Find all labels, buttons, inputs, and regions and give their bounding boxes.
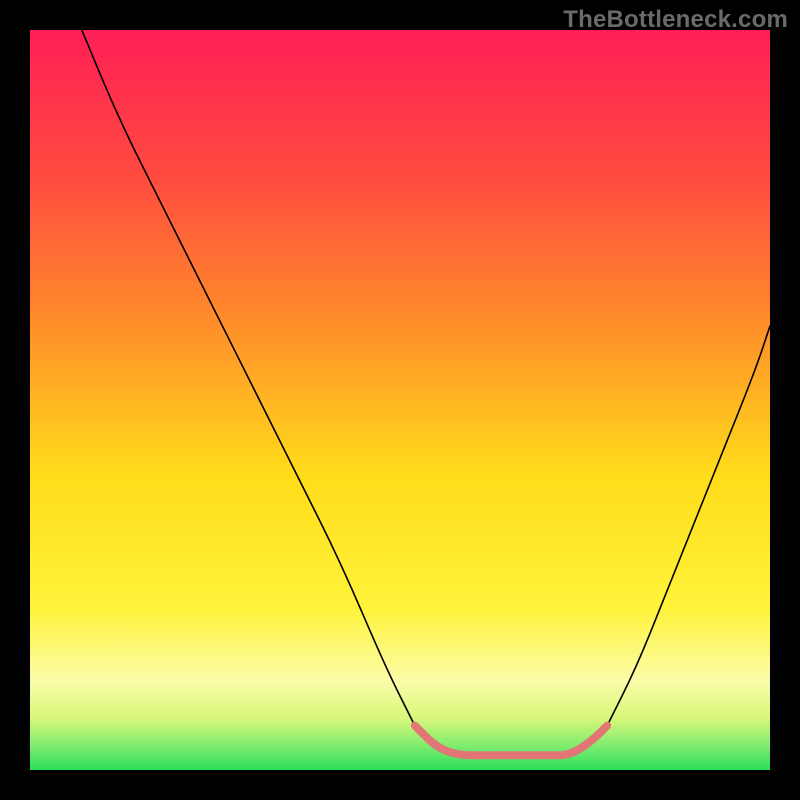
chart-svg [30,30,770,770]
gradient-background [30,30,770,770]
chart-stage: TheBottleneck.com [0,0,800,800]
plot-area [30,30,770,770]
